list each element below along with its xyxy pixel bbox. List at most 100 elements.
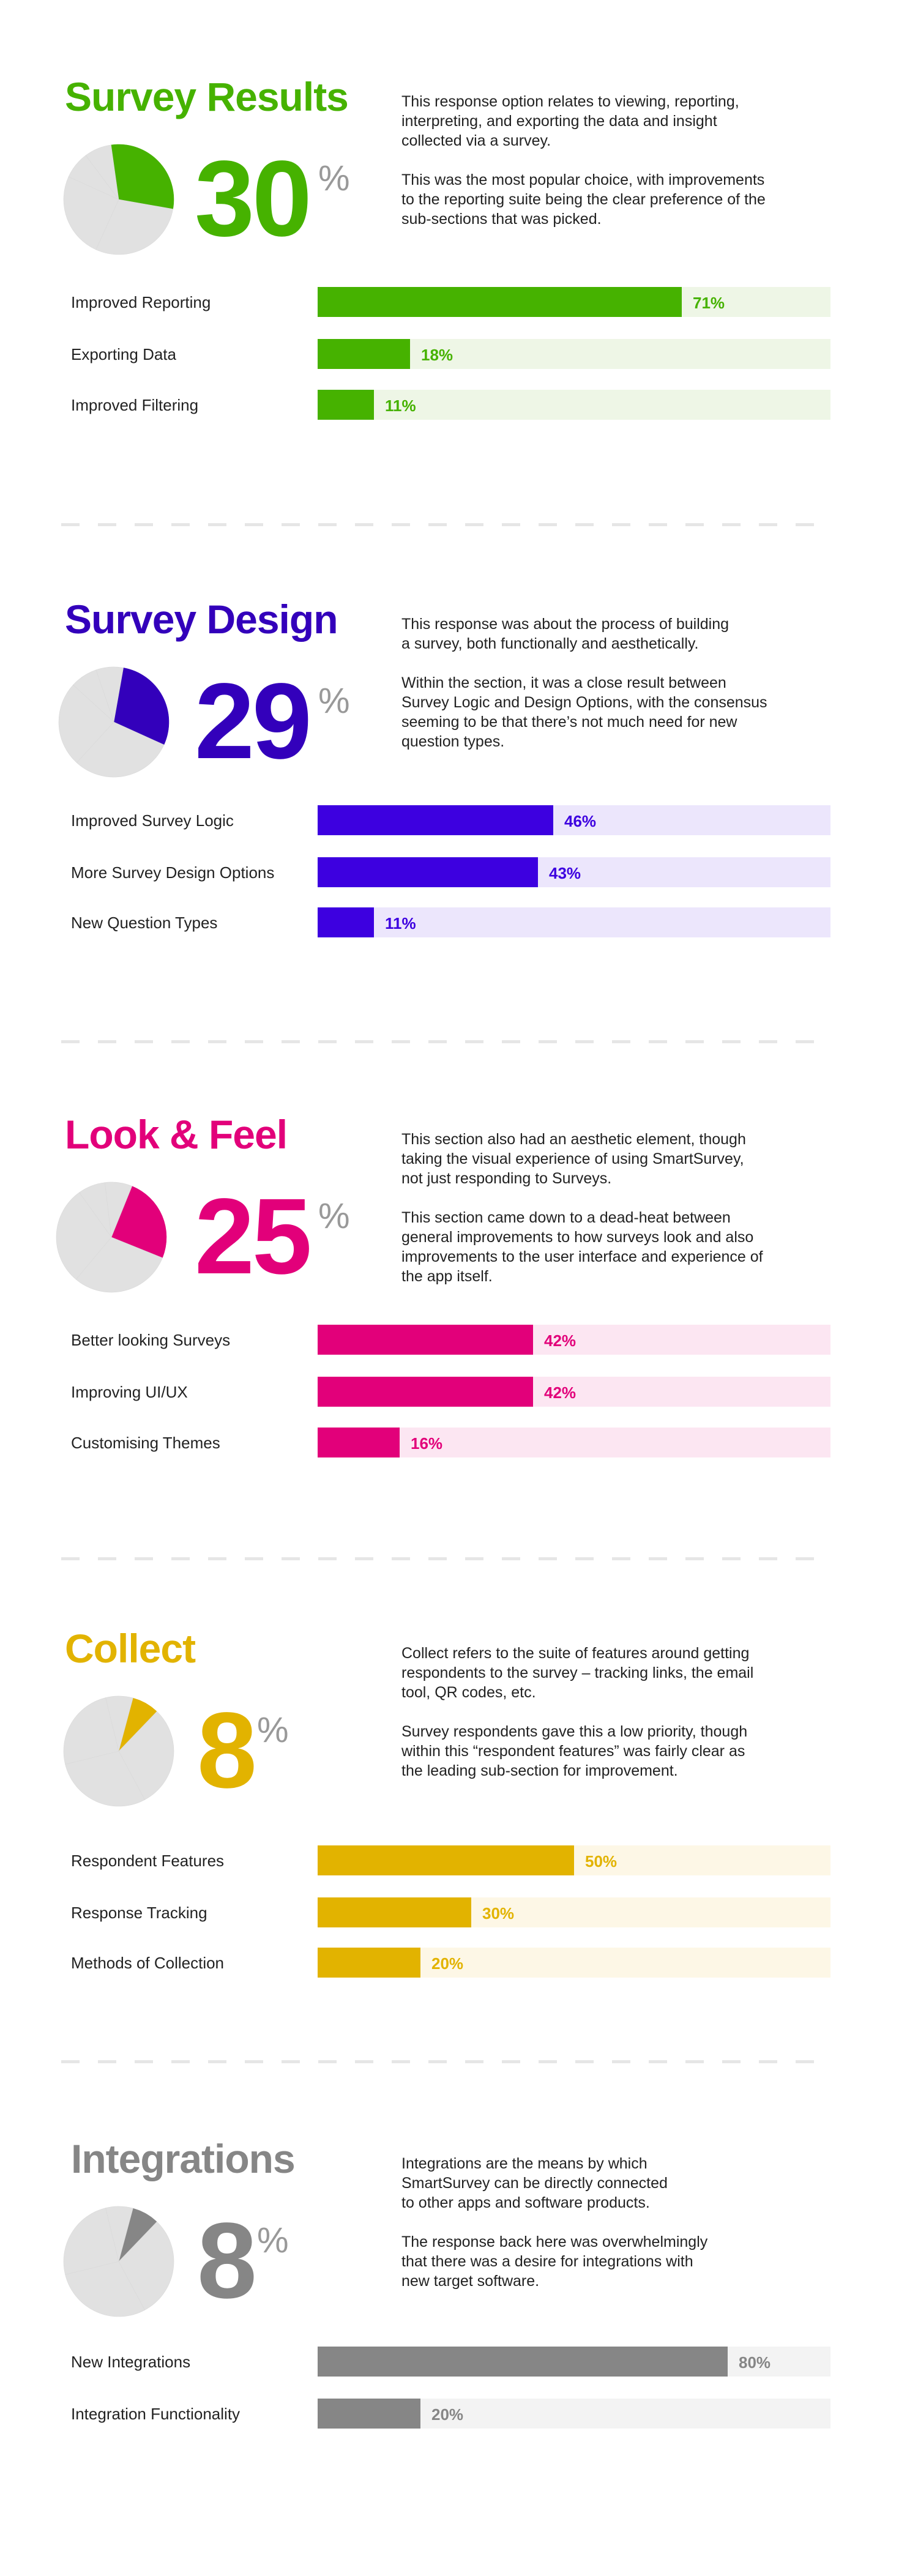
share-pie-chart: [63, 1696, 174, 1807]
percent-sign: %: [318, 158, 350, 198]
bar-value-label: 11%: [385, 914, 416, 932]
bar-row: More Survey Design Options 43%: [0, 857, 918, 888]
bar-value-label: 46%: [564, 812, 597, 830]
bar-track: 43%: [318, 857, 830, 887]
big-percent-number: 30: [195, 139, 312, 259]
bar-track: 30%: [318, 1897, 830, 1927]
description-paragraph: This section came down to a dead-heat be…: [401, 1209, 763, 1285]
bar-value-label: 16%: [411, 1434, 443, 1453]
pie-slice-highlight: [111, 144, 174, 209]
bar-track: 11%: [318, 390, 830, 420]
bar-fill: [318, 2347, 728, 2377]
section-title: Survey Design: [65, 597, 338, 642]
bar-fill: [318, 1845, 574, 1875]
section-title: Integrations: [71, 2136, 296, 2181]
bar-label: New Question Types: [71, 914, 218, 932]
bar-value-label: 11%: [385, 396, 416, 415]
share-pie-chart: [58, 666, 170, 778]
description-paragraph: Integrations are the means by which Smar…: [401, 2155, 668, 2211]
bar-label: Improved Reporting: [71, 293, 211, 311]
section-description: This response option relates to viewing,…: [401, 92, 842, 248]
bar-value-label: 80%: [739, 2353, 771, 2372]
bar-fill: [318, 1428, 400, 1457]
bar-fill: [318, 1948, 420, 1978]
section-collect: Collect 8% Collect refers to the suite of …: [0, 1552, 918, 2066]
bar-fill: [318, 339, 410, 369]
description-paragraph: Survey respondents gave this a low prior…: [401, 1723, 748, 1779]
bar-track: 18%: [318, 339, 830, 369]
bar-label: Respondent Features: [71, 1852, 225, 1870]
bar-value-label: 42%: [544, 1331, 577, 1350]
description-paragraph: This response option relates to viewing,…: [401, 93, 739, 149]
bar-row: Improving UI/UX 42%: [0, 1377, 918, 1407]
percent-sign: %: [318, 681, 350, 721]
bar-value-label: 50%: [585, 1852, 618, 1871]
bar-row: New Question Types 11%: [0, 907, 918, 938]
bar-row: Exporting Data 18%: [0, 339, 918, 370]
bar-value-label: 43%: [549, 864, 581, 882]
bar-row: Methods of Collection 20%: [0, 1948, 918, 1978]
bar-label: More Survey Design Options: [71, 863, 275, 882]
bar-fill: [318, 1325, 533, 1355]
percent-sign: %: [318, 1196, 350, 1236]
bar-label: Better looking Surveys: [71, 1331, 231, 1349]
bar-value-label: 42%: [544, 1383, 577, 1402]
bar-track: 11%: [318, 907, 830, 937]
percent-sign: %: [257, 1710, 289, 1750]
bar-row: Improved Reporting 71%: [0, 287, 918, 318]
bar-label: Improved Filtering: [71, 396, 199, 414]
bar-track: 42%: [318, 1377, 830, 1407]
section-description: Integrations are the means by which Smar…: [401, 2154, 842, 2310]
section-look-and-feel: Look & Feel 25% This section also had an a…: [0, 1038, 918, 1552]
section-integrations: Integrations 8% Integrations are the means…: [0, 2062, 918, 2576]
bar-value-label: 20%: [431, 2405, 464, 2424]
bar-label: Methods of Collection: [71, 1954, 225, 1972]
bar-fill: [318, 287, 682, 317]
bar-row: Improved Survey Logic 46%: [0, 805, 918, 836]
bar-track: 20%: [318, 2399, 830, 2429]
description-paragraph: This was the most popular choice, with i…: [401, 171, 766, 228]
section-description: This response was about the process of b…: [401, 614, 842, 771]
description-paragraph: The response back here was overwhelmingl…: [401, 2233, 708, 2290]
bar-track: 50%: [318, 1845, 830, 1875]
bar-value-label: 20%: [431, 1954, 464, 1973]
bar-row: New Integrations 80%: [0, 2347, 918, 2377]
percent-sign: %: [257, 2220, 289, 2260]
bar-value-label: 30%: [482, 1904, 515, 1923]
share-pie-chart: [63, 144, 174, 255]
bar-fill: [318, 907, 374, 937]
share-pie-chart: [56, 1182, 167, 1293]
bar-track: 16%: [318, 1428, 830, 1457]
bar-row: Better looking Surveys 42%: [0, 1325, 918, 1355]
bar-fill: [318, 2399, 420, 2429]
bar-fill: [318, 390, 374, 420]
description-paragraph: This section also had an aesthetic eleme…: [401, 1131, 746, 1187]
bar-label: New Integrations: [71, 2353, 191, 2371]
bar-fill: [318, 857, 538, 887]
bar-row: Response Tracking 30%: [0, 1897, 918, 1928]
bar-track: 46%: [318, 805, 830, 835]
big-percent-number: 8: [197, 2201, 257, 2321]
description-paragraph: Collect refers to the suite of features …: [401, 1645, 754, 1701]
bar-label: Response Tracking: [71, 1904, 207, 1922]
bar-label: Improved Survey Logic: [71, 811, 234, 830]
bar-label: Customising Themes: [71, 1434, 220, 1452]
section-title: Survey Results: [65, 74, 349, 119]
bar-track: 42%: [318, 1325, 830, 1355]
share-pie-chart: [63, 2206, 174, 2317]
section-title: Look & Feel: [65, 1112, 288, 1157]
bar-track: 80%: [318, 2347, 830, 2377]
description-paragraph: Within the section, it was a close resul…: [401, 674, 767, 750]
section-survey-results: Survey Results 30% This response option re…: [0, 0, 918, 514]
bar-label: Integration Functionality: [71, 2405, 241, 2423]
big-percent-number: 25: [195, 1177, 312, 1297]
bar-row: Improved Filtering 11%: [0, 390, 918, 420]
bar-row: Respondent Features 50%: [0, 1845, 918, 1876]
section-survey-design: Survey Design 29% This response was about …: [0, 523, 918, 1037]
bar-row: Integration Functionality 20%: [0, 2399, 918, 2429]
big-percent-number: 29: [195, 661, 312, 781]
bar-fill: [318, 1377, 533, 1407]
bar-value-label: 18%: [421, 346, 453, 364]
section-description: This section also had an aesthetic eleme…: [401, 1130, 842, 1306]
section-title: Collect: [65, 1626, 196, 1671]
